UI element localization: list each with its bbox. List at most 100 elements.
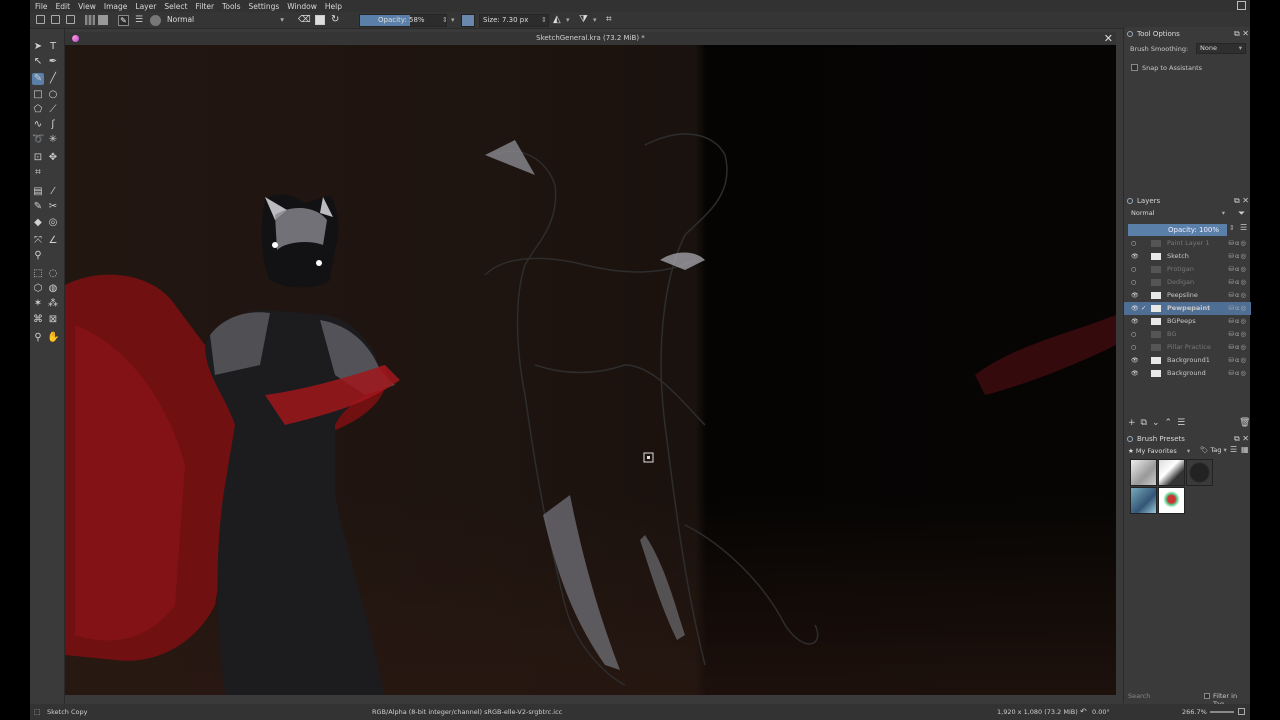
mirror-horizontal-icon[interactable]: ◭ <box>553 15 561 26</box>
brush-preset-icon[interactable]: ✎ <box>118 15 129 26</box>
layer-property-icons[interactable]: ⛁α◎ <box>1229 276 1247 289</box>
opacity-slider[interactable]: Opacity: 58% <box>359 14 447 27</box>
colorize-mask-tool-icon[interactable]: ✎ <box>32 201 44 213</box>
color-picker-tool-icon[interactable]: ⁄ <box>47 186 59 198</box>
paint-op-icon[interactable] <box>150 15 161 26</box>
text-tool-icon[interactable]: T <box>47 41 59 53</box>
preserve-alpha-icon[interactable] <box>315 15 325 25</box>
ellipse-select-tool-icon[interactable]: ◌ <box>47 268 59 280</box>
eye-icon[interactable]: 👁 <box>1131 367 1139 380</box>
measure-tool-icon[interactable]: ∠ <box>47 235 59 247</box>
eye-icon[interactable]: 👁 <box>1131 354 1139 367</box>
similar-select-tool-icon[interactable]: ⁂ <box>47 298 59 310</box>
move-layer-up-icon[interactable]: ⌃ <box>1165 418 1178 428</box>
size-slider[interactable]: Size: 7.30 px <box>479 14 549 27</box>
eye-hidden-icon[interactable]: ○ <box>1131 328 1138 341</box>
polygon-select-tool-icon[interactable]: ⬡ <box>32 283 44 295</box>
layer-property-icons[interactable]: ⛁α◎ <box>1229 341 1247 354</box>
move-layer-down-icon[interactable]: ⌄ <box>1152 418 1165 428</box>
select-shapes-tool-icon[interactable]: ➤ <box>32 41 44 53</box>
menu-file[interactable]: File <box>35 2 48 11</box>
wrap-around-icon[interactable]: ⌗ <box>606 15 612 26</box>
freehand-select-tool-icon[interactable]: ◍ <box>47 283 59 295</box>
layer-properties-icon[interactable]: ☰ <box>1177 418 1190 428</box>
transform-tool-icon[interactable]: ⊡ <box>32 152 44 164</box>
enclose-fill-tool-icon[interactable]: ◎ <box>47 217 59 229</box>
polygon-tool-icon[interactable]: ⬠ <box>32 104 44 116</box>
dock-float-close-icon[interactable]: ⧉ ✕ <box>1234 433 1249 445</box>
brush-preset-2[interactable] <box>1158 459 1185 486</box>
eye-hidden-icon[interactable]: ○ <box>1131 341 1138 354</box>
eye-hidden-icon[interactable]: ○ <box>1131 263 1138 276</box>
reference-images-tool-icon[interactable]: ⚲ <box>32 250 44 262</box>
freehand-path-tool-icon[interactable]: ʃ <box>47 119 59 131</box>
size-spin-icon[interactable]: ⇕ <box>541 15 547 26</box>
menu-filter[interactable]: Filter <box>195 2 214 11</box>
document-tab[interactable]: SketchGeneral.kra (73.2 MiB) * ✕ <box>65 32 1116 45</box>
presets-grid-icon[interactable]: ▦ <box>1241 445 1249 454</box>
layer-row[interactable]: 👁 Background ⛁α◎ <box>1124 367 1251 380</box>
brush-preset-1[interactable] <box>1130 459 1157 486</box>
brush-tag-select[interactable]: ★ My Favorites ▾ <box>1128 447 1190 455</box>
brush-preset-4[interactable] <box>1130 487 1157 514</box>
eye-icon[interactable]: 👁 <box>1131 315 1139 328</box>
snap-to-assistants-checkbox[interactable] <box>1131 64 1138 71</box>
brush-smoothing-select[interactable]: None ▾ <box>1196 43 1246 54</box>
crop-tool-icon[interactable]: ⌗ <box>32 167 44 179</box>
layer-row[interactable]: ○ Pillar Practice ⛁α◎ <box>1124 341 1251 354</box>
freehand-brush-tool-icon[interactable]: ✎ <box>32 73 44 85</box>
layer-property-icons[interactable]: ⛁α◎ <box>1229 237 1247 250</box>
filter-in-tag-checkbox[interactable] <box>1204 693 1210 699</box>
layer-blend-mode-select[interactable]: Normal ▾ <box>1128 209 1228 220</box>
smart-patch-tool-icon[interactable]: ✂ <box>47 201 59 213</box>
reload-preset-icon[interactable]: ↻ <box>331 15 339 26</box>
layer-row[interactable]: 👁 Sketch ⛁α◎ <box>1124 250 1251 263</box>
bezier-select-tool-icon[interactable]: ⌘ <box>32 314 44 326</box>
contiguous-select-tool-icon[interactable]: ✶ <box>32 298 44 310</box>
rectangle-tool-icon[interactable]: □ <box>32 89 44 101</box>
menu-settings[interactable]: Settings <box>249 2 280 11</box>
layer-property-icons[interactable]: ⛁α◎ <box>1229 315 1247 328</box>
eye-icon[interactable]: 👁 <box>1131 302 1139 315</box>
pan-tool-icon[interactable]: ✋ <box>47 332 59 344</box>
opacity-dropdown-icon[interactable]: ▾ <box>451 15 455 26</box>
menu-tools[interactable]: Tools <box>222 2 240 11</box>
eye-icon[interactable]: 👁 <box>1131 289 1139 302</box>
menu-window[interactable]: Window <box>287 2 317 11</box>
menu-help[interactable]: Help <box>325 2 342 11</box>
layer-property-icons[interactable]: ⛁α◎ <box>1229 367 1247 380</box>
layer-menu-icon[interactable]: ☰ <box>1240 223 1247 232</box>
eye-hidden-icon[interactable]: ○ <box>1131 276 1138 289</box>
layer-row[interactable]: ○ Paint Layer 1 ⛁α◎ <box>1124 237 1251 250</box>
new-document-icon[interactable] <box>36 15 45 24</box>
close-document-icon[interactable]: ✕ <box>1104 32 1113 45</box>
fill-gradient-icon[interactable] <box>85 15 95 25</box>
move-tool-icon[interactable]: ✥ <box>47 152 59 164</box>
blend-mode-select[interactable]: Normal ▾ <box>164 14 288 26</box>
bezier-tool-icon[interactable]: ∿ <box>32 119 44 131</box>
gradient-tool-icon[interactable]: ▤ <box>32 186 44 198</box>
layer-property-icons[interactable]: ⛁α◎ <box>1229 263 1247 276</box>
layer-property-icons[interactable]: ⛁α◎ <box>1229 250 1247 263</box>
fit-to-view-icon[interactable] <box>1238 708 1245 715</box>
layer-opacity-slider[interactable]: Opacity: 100% <box>1128 224 1227 236</box>
dynamic-brush-tool-icon[interactable]: ➰ <box>32 134 44 146</box>
presets-view-icon[interactable]: ☰ <box>1230 445 1237 454</box>
layer-row[interactable]: ○ BG ⛁α◎ <box>1124 328 1251 341</box>
fill-tool-icon[interactable]: ◆ <box>32 217 44 229</box>
brush-editor-icon[interactable]: ☰ <box>135 15 143 26</box>
menu-view[interactable]: View <box>78 2 96 11</box>
dock-float-close-icon[interactable]: ⧉ ✕ <box>1234 28 1249 40</box>
menu-layer[interactable]: Layer <box>135 2 156 11</box>
multibrush-tool-icon[interactable]: ✳ <box>47 134 59 146</box>
save-icon[interactable] <box>66 15 75 24</box>
pattern-icon[interactable] <box>98 15 108 25</box>
tag-button[interactable]: 🏷 Tag ▾ <box>1200 446 1227 454</box>
layer-row[interactable]: 👁 Peepsline ⛁α◎ <box>1124 289 1251 302</box>
delete-layer-icon[interactable]: 🗑 <box>1239 418 1250 428</box>
layer-property-icons[interactable]: ⛁α◎ <box>1229 328 1247 341</box>
mirror-h-dropdown-icon[interactable]: ▾ <box>566 15 570 26</box>
layer-row[interactable]: 👁 ✓ Pewpepaint ⛁α◎ <box>1124 302 1251 315</box>
add-layer-icon[interactable]: + <box>1128 418 1141 428</box>
duplicate-layer-icon[interactable]: ⧉ <box>1141 418 1152 428</box>
